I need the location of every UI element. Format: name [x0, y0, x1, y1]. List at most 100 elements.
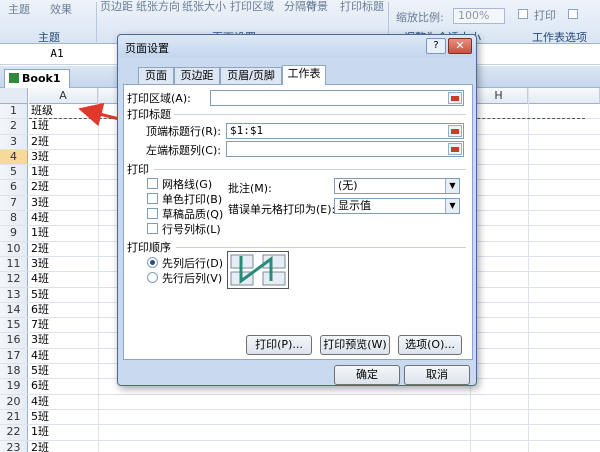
- print-area-input[interactable]: [210, 90, 464, 106]
- ribbon-zoom-input[interactable]: 100%: [453, 8, 505, 24]
- row-header[interactable]: 14: [0, 302, 28, 318]
- cell-a[interactable]: 5班: [29, 410, 97, 424]
- row-header[interactable]: 16: [0, 333, 28, 348]
- print-section-label: 打印: [127, 163, 149, 176]
- collapse-dialog-button[interactable]: [448, 143, 462, 155]
- left-cols-input[interactable]: [226, 141, 464, 157]
- ribbon-margins-button[interactable]: 页边距: [100, 0, 133, 14]
- column-header-i[interactable]: [528, 88, 600, 104]
- cell-a[interactable]: 班级: [29, 104, 97, 118]
- tab-sheet[interactable]: 工作表: [282, 65, 326, 85]
- comments-value: (无): [338, 179, 358, 192]
- cell-a[interactable]: 1班: [29, 119, 97, 133]
- help-button[interactable]: ?: [426, 38, 446, 54]
- cell-a[interactable]: 3班: [29, 196, 97, 210]
- row-header[interactable]: 20: [0, 394, 28, 409]
- row-header[interactable]: 6: [0, 180, 28, 195]
- gridlines-label: 网格线(G): [162, 178, 213, 191]
- column-header-a[interactable]: A: [29, 88, 98, 104]
- row-header[interactable]: 23: [0, 440, 28, 452]
- row-header[interactable]: 1: [0, 104, 28, 119]
- tab-margins[interactable]: 页边距: [174, 67, 220, 84]
- ribbon-effects-button[interactable]: 效果: [50, 1, 72, 17]
- comments-select[interactable]: (无) ▼: [334, 178, 460, 194]
- over-then-down-radio[interactable]: [147, 272, 158, 283]
- cell-a[interactable]: 6班: [29, 303, 97, 317]
- print-preview-button[interactable]: 打印预览(W): [320, 335, 390, 355]
- column-header-h[interactable]: H: [470, 88, 528, 104]
- tab-header-footer[interactable]: 页眉/页脚: [220, 67, 282, 84]
- row-header[interactable]: 3: [0, 134, 28, 149]
- workbook-tab[interactable]: Book1 *: [4, 69, 70, 102]
- ribbon-background-button[interactable]: 背景: [306, 0, 328, 14]
- row-header[interactable]: 21: [0, 409, 28, 425]
- cell-a[interactable]: 4班: [29, 272, 97, 286]
- row-header[interactable]: 8: [0, 211, 28, 226]
- ribbon-size-button[interactable]: 纸张大小: [182, 0, 226, 14]
- cell-a[interactable]: 5班: [29, 364, 97, 378]
- top-rows-input[interactable]: $1:$1: [226, 123, 464, 139]
- ribbon-orientation-button[interactable]: 纸张方向: [136, 0, 180, 14]
- row-header[interactable]: 5: [0, 165, 28, 180]
- row-header[interactable]: 9: [0, 226, 28, 241]
- cancel-button[interactable]: 取消: [404, 365, 470, 385]
- section-divider: [174, 114, 466, 115]
- section-divider: [176, 247, 466, 248]
- row-col-headings-checkbox[interactable]: [147, 223, 158, 234]
- row-header[interactable]: 18: [0, 364, 28, 379]
- row-header[interactable]: 17: [0, 348, 28, 364]
- cell-errors-select[interactable]: 显示值 ▼: [334, 198, 460, 214]
- ribbon-print-gridlines-checkbox[interactable]: [518, 9, 528, 19]
- range-select-icon: [451, 96, 459, 101]
- cell-a[interactable]: 2班: [29, 441, 97, 452]
- cell-a[interactable]: 1班: [29, 165, 97, 179]
- cell-a[interactable]: 1班: [29, 425, 97, 439]
- cell-a[interactable]: 1班: [29, 226, 97, 240]
- row-header[interactable]: 12: [0, 272, 28, 287]
- cell-a[interactable]: 4班: [29, 211, 97, 225]
- cell-a[interactable]: 4班: [29, 349, 97, 363]
- row-header[interactable]: 10: [0, 241, 28, 256]
- ribbon-themes-button[interactable]: 主题: [8, 1, 30, 17]
- page-order-preview-icon: [227, 251, 289, 289]
- gridlines-checkbox[interactable]: [147, 178, 158, 189]
- row-header[interactable]: 15: [0, 318, 28, 333]
- table-row: 20 4班: [0, 394, 600, 410]
- row-header[interactable]: 4: [0, 149, 28, 165]
- draft-quality-label: 草稿品质(Q): [162, 208, 224, 221]
- row-header[interactable]: 19: [0, 379, 28, 394]
- cell-a[interactable]: 5班: [29, 288, 97, 302]
- row-header[interactable]: 11: [0, 256, 28, 272]
- row-header[interactable]: 2: [0, 119, 28, 134]
- cell-a[interactable]: 4班: [29, 395, 97, 409]
- cell-a[interactable]: 3班: [29, 150, 97, 164]
- tab-page[interactable]: 页面: [138, 67, 174, 84]
- cell-a[interactable]: 3班: [29, 257, 97, 271]
- cell-a[interactable]: 2班: [29, 180, 97, 194]
- dialog-title-bar[interactable]: 页面设置 ? ✕: [118, 35, 476, 57]
- options-button[interactable]: 选项(O)...: [398, 335, 462, 355]
- name-box[interactable]: A1: [0, 47, 114, 63]
- cell-a[interactable]: 6班: [29, 379, 97, 393]
- select-all-corner[interactable]: [0, 88, 28, 104]
- ok-button[interactable]: 确定: [334, 365, 400, 385]
- black-white-checkbox[interactable]: [147, 193, 158, 204]
- collapse-dialog-button[interactable]: [448, 92, 462, 104]
- row-header[interactable]: 22: [0, 425, 28, 440]
- draft-quality-checkbox[interactable]: [147, 208, 158, 219]
- close-button[interactable]: ✕: [448, 38, 472, 54]
- print-button[interactable]: 打印(P)...: [246, 335, 312, 355]
- row-header[interactable]: 7: [0, 195, 28, 211]
- ribbon-print-headings-checkbox[interactable]: [568, 9, 578, 19]
- collapse-dialog-button[interactable]: [448, 125, 462, 137]
- sheet-tab-panel: 打印区域(A): 打印标题 顶端标题行(R): $1:$1 左端标题列(C): …: [123, 84, 473, 360]
- ribbon-print-titles-button[interactable]: 打印标题: [340, 0, 384, 14]
- cell-a[interactable]: 7班: [29, 318, 97, 332]
- down-then-over-radio[interactable]: [147, 257, 158, 268]
- row-header[interactable]: 13: [0, 287, 28, 302]
- table-row: 22 1班: [0, 425, 600, 441]
- ribbon-print-area-button[interactable]: 打印区域: [230, 0, 274, 14]
- cell-a[interactable]: 3班: [29, 333, 97, 347]
- cell-a[interactable]: 2班: [29, 135, 97, 149]
- cell-a[interactable]: 2班: [29, 242, 97, 256]
